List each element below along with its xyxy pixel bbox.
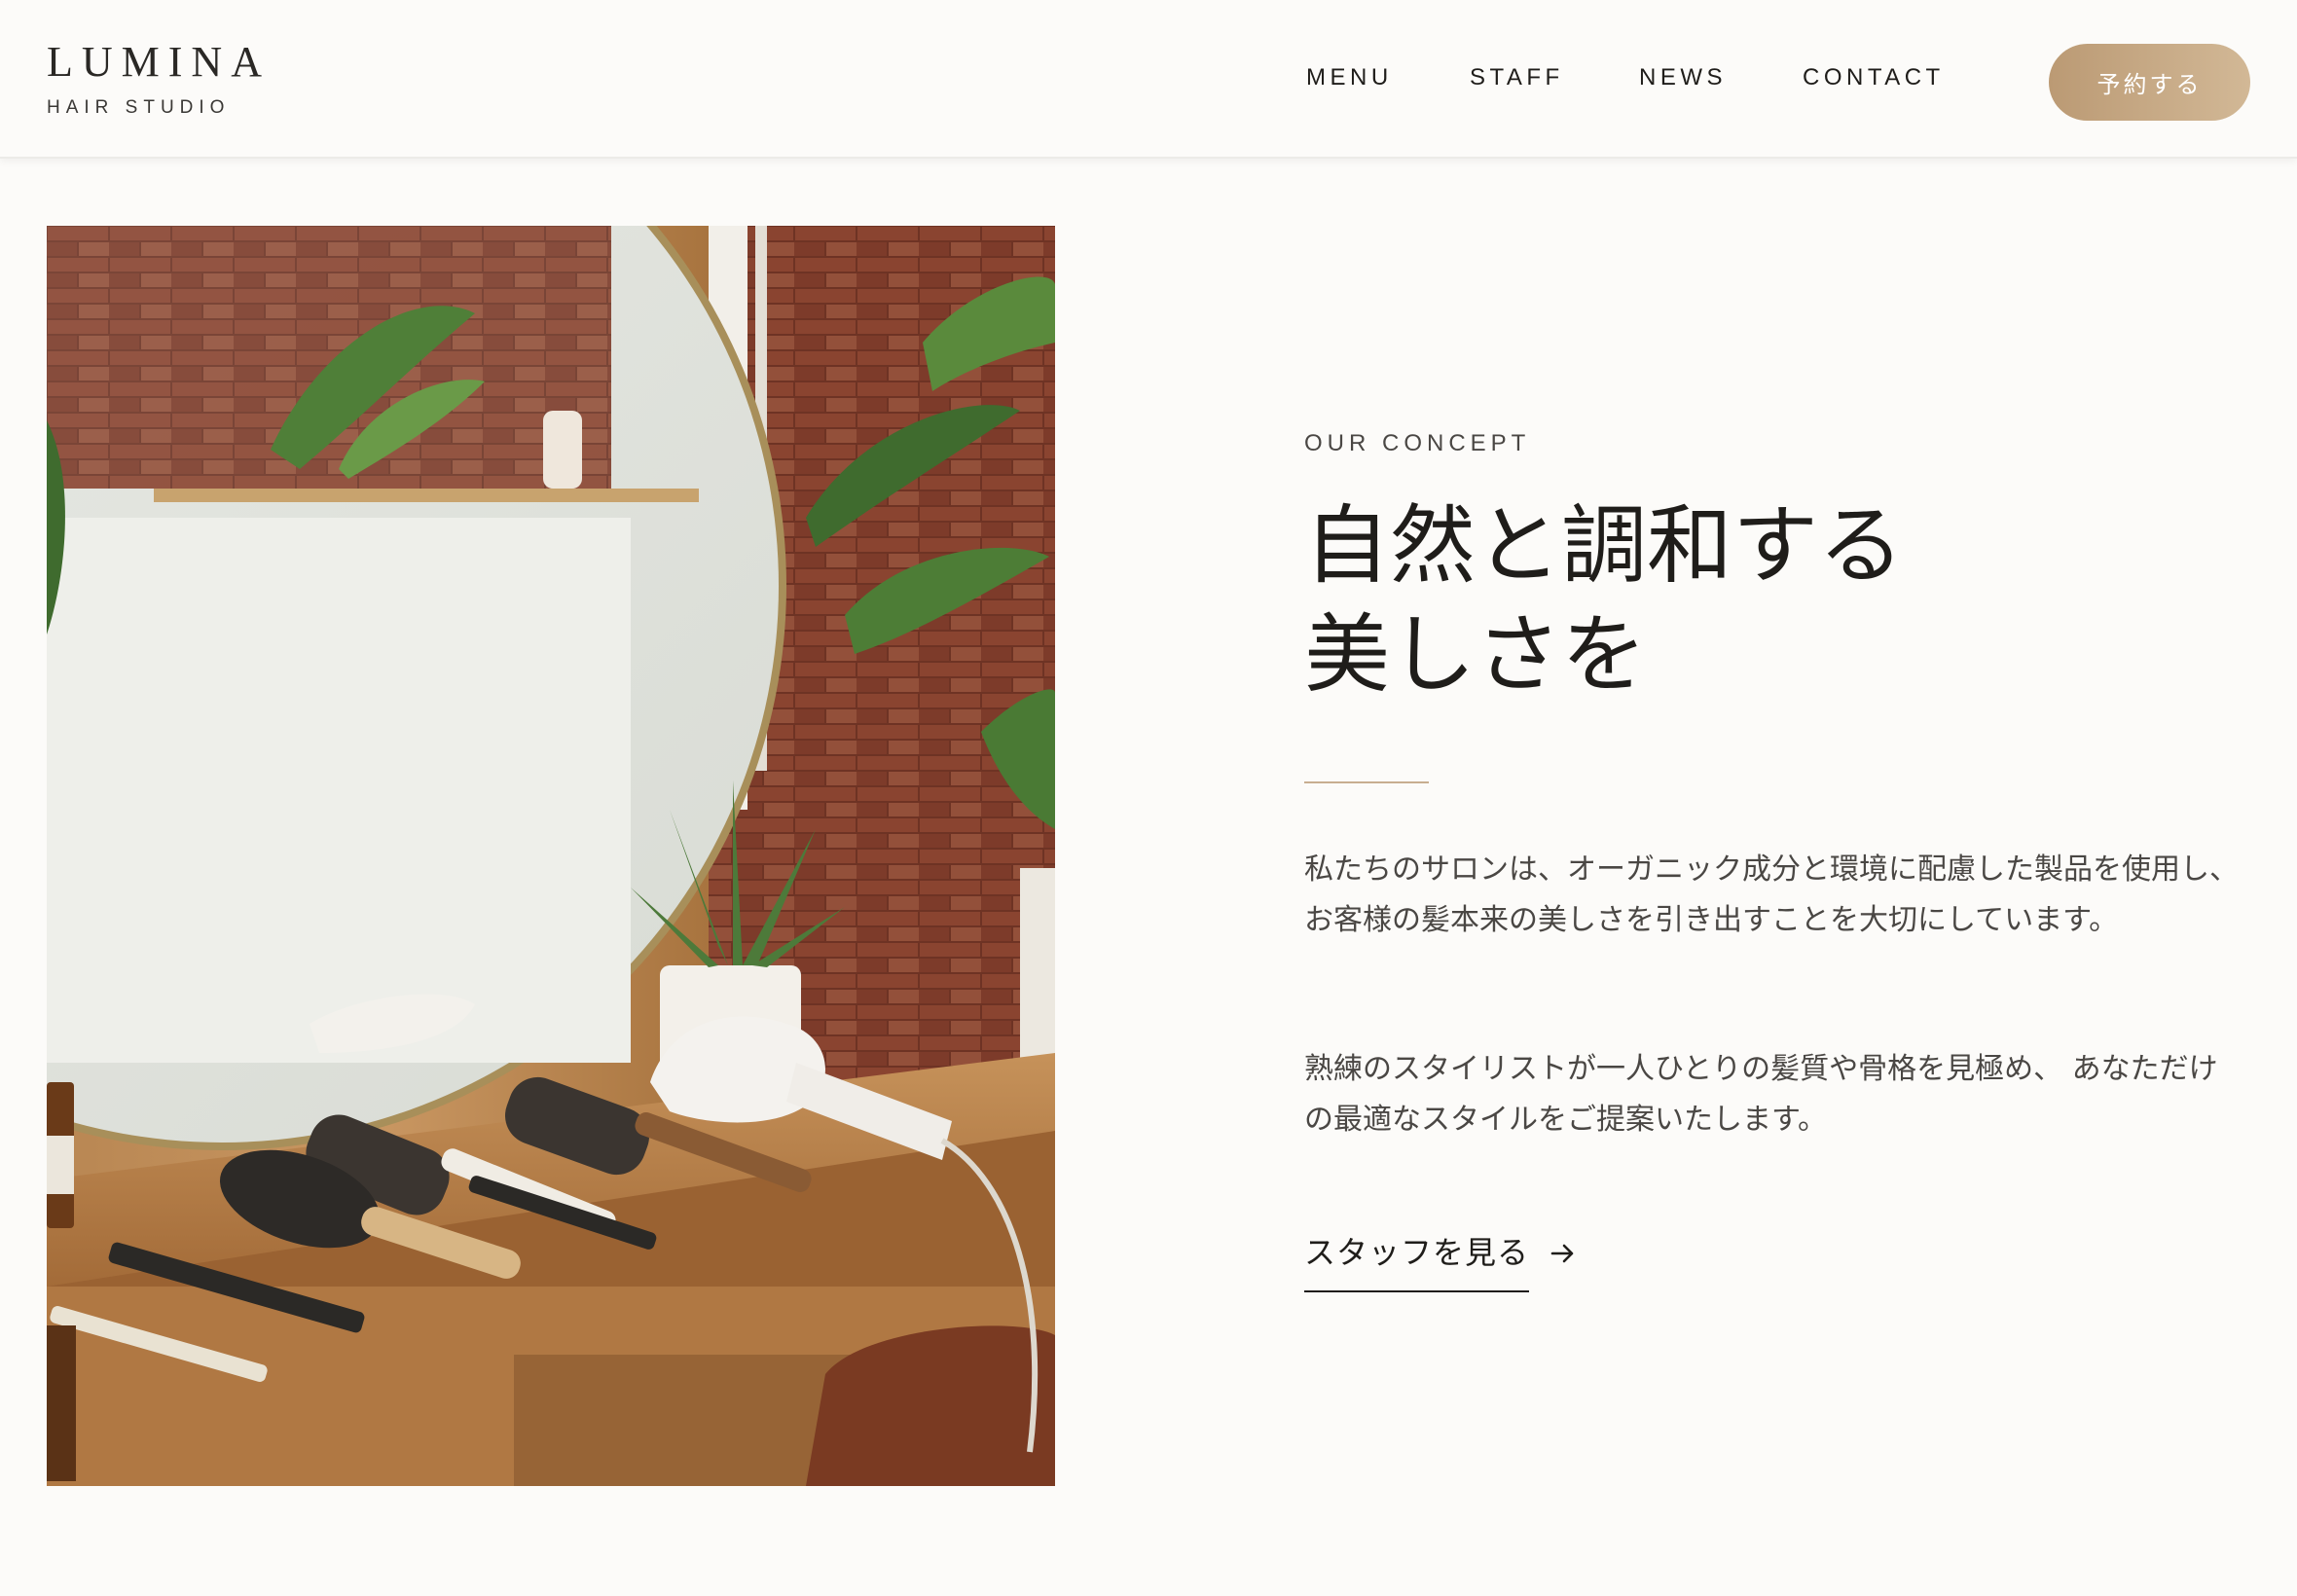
nav-item-contact[interactable]: CONTACT xyxy=(1803,64,1945,91)
page: LUMINA HAIR STUDIO MENU STAFF NEWS CONTA… xyxy=(0,0,2297,1596)
view-staff-link[interactable]: スタッフを見る xyxy=(1304,1228,1576,1292)
logo-name: LUMINA xyxy=(47,38,271,86)
headline-line-2: 美しさを xyxy=(1304,604,1648,705)
reserve-button[interactable]: 予約する xyxy=(2049,44,2250,121)
logo-subtitle: HAIR STUDIO xyxy=(47,97,231,118)
section-eyebrow: OUR CONCEPT xyxy=(1304,430,1531,456)
concept-paragraph-2: 熟練のスタイリストが一人ひとりの髪質や骨格を見極め、 あなただけの最適なスタイル… xyxy=(1304,1052,2218,1137)
logo[interactable]: LUMINA HAIR STUDIO xyxy=(47,39,271,119)
salon-photo xyxy=(47,226,1055,1486)
nav-item-menu[interactable]: MENU xyxy=(1306,64,1393,91)
arrow-right-icon xyxy=(1550,1244,1574,1263)
concept-paragraph-1: 私たちのサロンは、オーガニック成分と環境に配慮した製品を使用し、 お客様の髪本来… xyxy=(1304,852,2239,937)
nav-item-news[interactable]: NEWS xyxy=(1639,64,1727,91)
salon-station-photo-icon xyxy=(47,226,1055,1486)
site-header: LUMINA HAIR STUDIO MENU STAFF NEWS CONTA… xyxy=(0,0,2297,159)
headline-line-1: 自然と調和する xyxy=(1304,495,1905,596)
view-staff-label: スタッフを見る xyxy=(1304,1228,1530,1292)
divider xyxy=(1304,781,1429,783)
nav-item-staff[interactable]: STAFF xyxy=(1470,64,1564,91)
page-title: 自然と調和する 美しさを xyxy=(1304,491,2180,709)
